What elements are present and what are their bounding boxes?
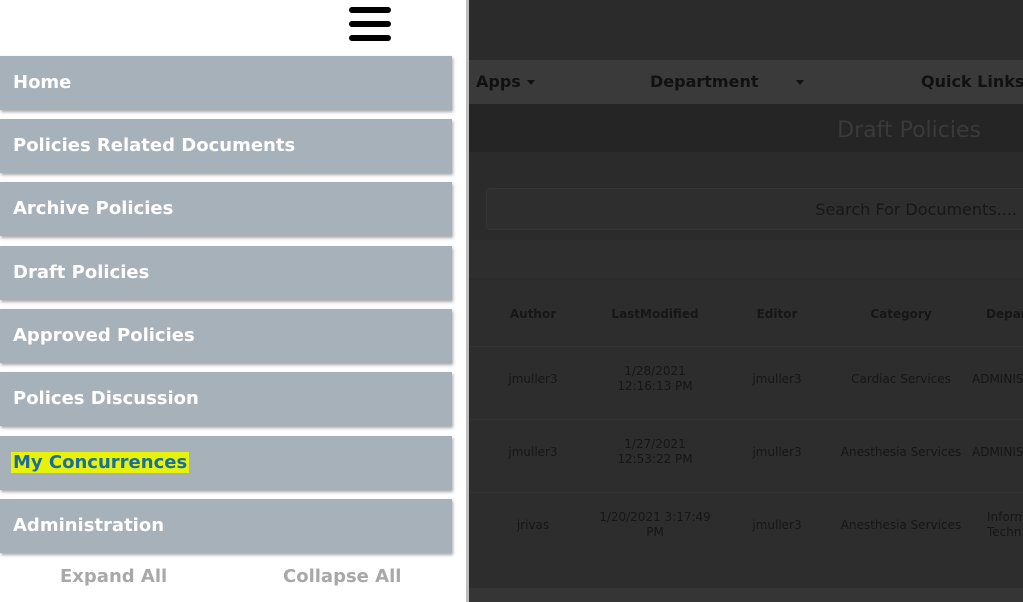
cell-department-line2: Techn xyxy=(987,525,1022,539)
cell-modified-time: 12:53:22 PM xyxy=(617,452,693,466)
nav-apps-label: Apps xyxy=(476,72,521,91)
menu-item-approved-policies[interactable]: Approved Policies xyxy=(0,309,452,363)
cell-modified-date: 1/28/2021 xyxy=(624,364,686,378)
nav-quick-links[interactable]: Quick Links xyxy=(921,72,1023,91)
menu-item-label-highlighted: My Concurrences xyxy=(11,452,190,473)
cell-modified-date: 1/20/2021 3:17:49 xyxy=(599,510,711,524)
nav-department-label: Department xyxy=(650,72,759,91)
cell-category: Cardiac Services xyxy=(851,372,951,386)
caret-down-icon xyxy=(796,80,805,85)
caret-down-icon xyxy=(526,80,535,85)
documents-table: Author LastModified Editor Category Depa… xyxy=(470,280,1023,590)
cell-author: jmuller3 xyxy=(508,445,558,459)
row-divider xyxy=(470,492,1023,493)
menu-item-label: Polices Discussion xyxy=(13,388,199,409)
cell-modified-date: 1/27/2021 xyxy=(624,437,686,451)
menu-item-draft-policies[interactable]: Draft Policies xyxy=(0,246,452,300)
cell-editor: jmuller3 xyxy=(752,445,802,459)
search-input[interactable] xyxy=(487,189,1023,229)
menu-item-label: Home xyxy=(13,72,72,93)
menu-item-label: Policies Related Documents xyxy=(13,135,296,156)
page-title: Draft Policies xyxy=(837,118,981,143)
menu-item-label: Approved Policies xyxy=(13,325,195,346)
cell-department: ADMINIS xyxy=(972,372,1023,386)
cell-modified-time: PM xyxy=(646,525,664,539)
cell-author: jmuller3 xyxy=(508,372,558,386)
cell-modified-time: 12:16:13 PM xyxy=(617,379,693,393)
cell-department: Inform xyxy=(987,510,1023,524)
cell-author: jrivas xyxy=(516,518,550,532)
cell-category: Anesthesia Services xyxy=(840,445,962,459)
nav-apps-dropdown[interactable]: Apps xyxy=(476,72,535,91)
menu-item-policies-related-documents[interactable]: Policies Related Documents xyxy=(0,119,452,173)
collapse-all-button[interactable]: Collapse All xyxy=(283,566,401,587)
cell-department: ADMINIS xyxy=(972,445,1023,459)
nav-department-dropdown[interactable]: Department xyxy=(650,72,805,91)
row-divider xyxy=(470,346,1023,347)
column-header-author[interactable]: Author xyxy=(498,307,568,322)
column-header-department[interactable]: Depar xyxy=(978,307,1023,322)
menu-item-label: Archive Policies xyxy=(13,198,174,219)
menu-item-label: Administration xyxy=(13,515,165,536)
menu-item-polices-discussion[interactable]: Polices Discussion xyxy=(0,372,452,426)
menu-item-label: Draft Policies xyxy=(13,262,150,283)
column-header-lastmodified[interactable]: LastModified xyxy=(600,307,710,322)
row-divider xyxy=(470,419,1023,420)
column-header-category[interactable]: Category xyxy=(836,307,966,322)
column-header-editor[interactable]: Editor xyxy=(742,307,812,322)
nav-quick-links-label: Quick Links xyxy=(921,72,1023,91)
cell-editor: jmuller3 xyxy=(752,518,802,532)
cell-category: Anesthesia Services xyxy=(840,518,962,532)
hamburger-menu-icon[interactable] xyxy=(349,7,391,41)
menu-item-my-concurrences[interactable]: My Concurrences xyxy=(0,436,452,490)
menu-item-archive-policies[interactable]: Archive Policies xyxy=(0,182,452,236)
cell-editor: jmuller3 xyxy=(752,372,802,386)
menu-item-home[interactable]: Home xyxy=(0,56,452,110)
expand-all-button[interactable]: Expand All xyxy=(60,566,167,587)
search-box xyxy=(486,188,1023,230)
menu-item-administration[interactable]: Administration xyxy=(0,499,452,553)
side-menu-panel: Home Policies Related Documents Archive … xyxy=(0,0,469,602)
